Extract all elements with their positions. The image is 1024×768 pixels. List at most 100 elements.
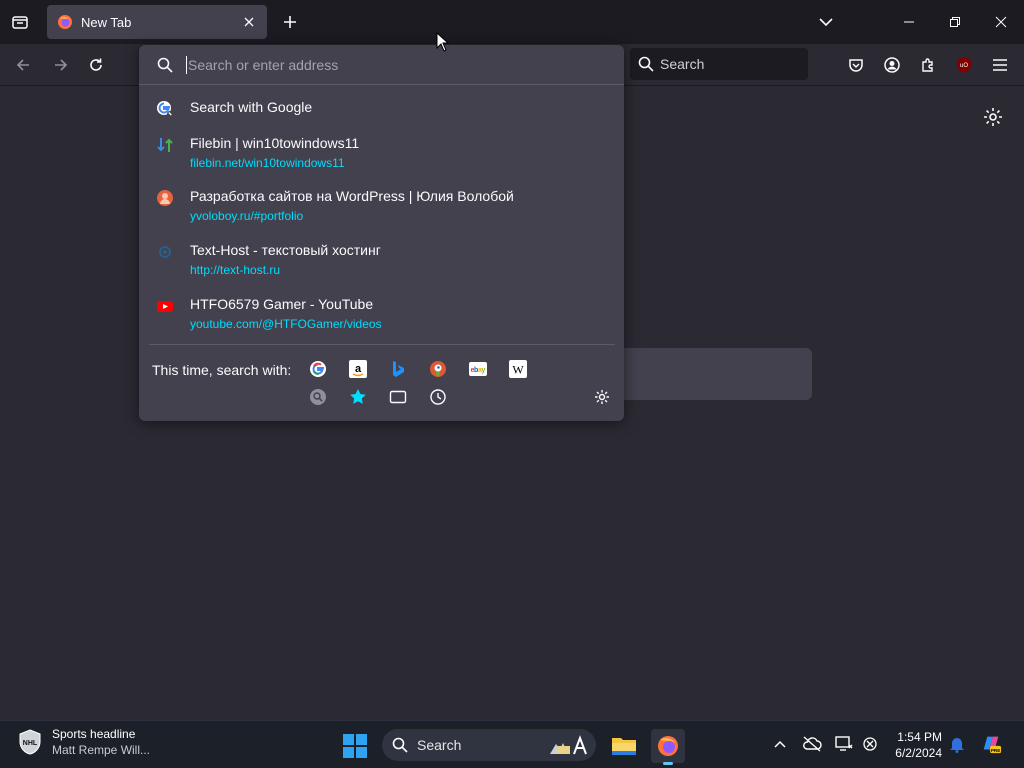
close-icon	[244, 17, 254, 27]
network-button[interactable]	[833, 733, 855, 755]
clock[interactable]: 1:54 PM 6/2/2024	[884, 729, 942, 761]
minimize-button[interactable]	[886, 0, 932, 44]
result-filebin[interactable]: Filebin | win10towindows11 filebin.net/w…	[149, 134, 615, 171]
folder-icon	[612, 738, 636, 755]
account-button[interactable]	[879, 52, 905, 78]
engine-bookmarks-button[interactable]	[347, 386, 369, 408]
engine-tabs-button[interactable]	[387, 386, 409, 408]
mouse-cursor-icon	[436, 32, 450, 52]
address-placeholder: Search or enter address	[188, 56, 339, 73]
plus-icon	[284, 16, 296, 28]
network-icon	[835, 736, 853, 751]
svg-text:y: y	[482, 367, 486, 374]
tab-new-tab[interactable]: New Tab	[47, 5, 267, 39]
bell-icon	[950, 738, 964, 753]
forward-button[interactable]	[48, 52, 74, 78]
tab-title: New Tab	[81, 14, 132, 30]
file-explorer-button[interactable]	[607, 729, 641, 763]
hamburger-menu-icon	[993, 59, 1007, 71]
firefox-taskbar-button[interactable]	[651, 729, 685, 765]
tab-icon	[389, 390, 407, 404]
windows-logo-icon	[343, 734, 367, 758]
taskbar: NHL Sports headline Matt Rempe Will... S…	[0, 720, 1024, 768]
newtab-settings-button[interactable]	[982, 106, 1004, 128]
google-icon	[310, 361, 326, 377]
new-tab-button[interactable]	[278, 10, 302, 34]
result-url: youtube.com/@HTFOGamer/videos	[190, 317, 382, 331]
ublock-shield-icon: uO	[957, 57, 971, 73]
address-bar[interactable]: Search or enter address	[139, 45, 624, 85]
running-indicator	[663, 762, 673, 765]
puzzle-icon	[922, 58, 933, 72]
filebin-favicon	[157, 138, 173, 152]
result-search-google[interactable]: Search with Google	[149, 98, 615, 118]
list-all-tabs-button[interactable]	[814, 10, 838, 34]
reload-button[interactable]	[83, 52, 109, 78]
restore-icon	[950, 17, 960, 27]
search-icon	[392, 737, 408, 753]
engine-ebay-button[interactable]: e b a y	[467, 358, 489, 380]
show-hidden-icons-button[interactable]	[769, 733, 791, 755]
svg-text:a: a	[355, 363, 362, 375]
restore-button[interactable]	[932, 0, 978, 44]
search-bar-label: Search	[660, 56, 705, 72]
firefox-view-button[interactable]	[8, 10, 32, 34]
extensions-button[interactable]	[915, 52, 941, 78]
firefox-view-icon	[12, 16, 28, 29]
arrow-right-icon	[55, 59, 68, 71]
amazon-icon: a	[349, 360, 367, 378]
news-widget[interactable]: NHL Sports headline Matt Rempe Will...	[18, 727, 150, 757]
wikipedia-icon: W	[509, 360, 527, 378]
result-title: Разработка сайтов на WordPress | Юлия Во…	[190, 188, 514, 204]
speaker-muted-icon	[863, 737, 877, 751]
taskbar-search[interactable]: Search	[382, 729, 596, 761]
engine-wikipedia-button[interactable]: W	[507, 358, 529, 380]
start-button[interactable]	[342, 733, 368, 759]
engine-google-button[interactable]	[307, 358, 329, 380]
ebay-icon: e b a y	[469, 362, 487, 376]
tab-strip: New Tab	[0, 0, 1024, 44]
engine-bing-button[interactable]	[387, 358, 409, 380]
cloud-offline-icon	[803, 736, 822, 752]
result-title: HTFO6579 Gamer - YouTube	[190, 296, 374, 312]
bing-icon	[393, 361, 404, 377]
result-title: Text-Host - текстовый хостинг	[190, 242, 381, 258]
taskbar-search-label: Search	[417, 737, 462, 753]
result-yvoloboy[interactable]: Разработка сайтов на WordPress | Юлия Во…	[149, 187, 615, 224]
engine-search-history-button[interactable]	[307, 386, 329, 408]
engine-amazon-button[interactable]: a	[347, 358, 369, 380]
engine-duckduckgo-button[interactable]	[427, 358, 449, 380]
search-icon	[638, 56, 654, 72]
copilot-icon: PRE	[983, 736, 1002, 754]
search-icon	[310, 389, 326, 405]
arrow-left-icon	[16, 59, 29, 71]
reload-icon	[90, 58, 102, 71]
svg-text:PRE: PRE	[991, 748, 1000, 753]
close-icon	[995, 16, 1007, 28]
close-window-button[interactable]	[978, 0, 1024, 44]
nhl-logo-icon: NHL	[19, 729, 41, 755]
copilot-button[interactable]: PRE	[980, 733, 1002, 755]
engine-history-button[interactable]	[427, 386, 449, 408]
svg-text:W: W	[512, 363, 524, 377]
search-settings-button[interactable]	[591, 386, 613, 408]
newtab-search-box[interactable]	[600, 348, 812, 400]
chevron-up-icon	[774, 740, 786, 748]
star-icon	[350, 389, 366, 404]
svg-text:uO: uO	[960, 63, 968, 69]
result-youtube[interactable]: HTFO6579 Gamer - YouTube youtube.com/@HT…	[149, 295, 615, 332]
tab-close-button[interactable]	[241, 14, 257, 30]
pocket-button[interactable]	[843, 52, 869, 78]
gear-icon	[595, 390, 609, 404]
volume-button[interactable]	[859, 733, 881, 755]
notifications-button[interactable]	[946, 733, 968, 755]
search-bar[interactable]: Search	[630, 48, 808, 80]
back-button[interactable]	[10, 52, 36, 78]
onedrive-button[interactable]	[801, 733, 823, 755]
ublock-origin-button[interactable]: uO	[951, 52, 977, 78]
menu-button[interactable]	[987, 52, 1013, 78]
result-text-host[interactable]: Text-Host - текстовый хостинг http://tex…	[149, 241, 615, 278]
widget-subtitle: Matt Rempe Will...	[52, 743, 151, 757]
svg-text:NHL: NHL	[23, 740, 38, 747]
youtube-favicon	[157, 301, 173, 312]
